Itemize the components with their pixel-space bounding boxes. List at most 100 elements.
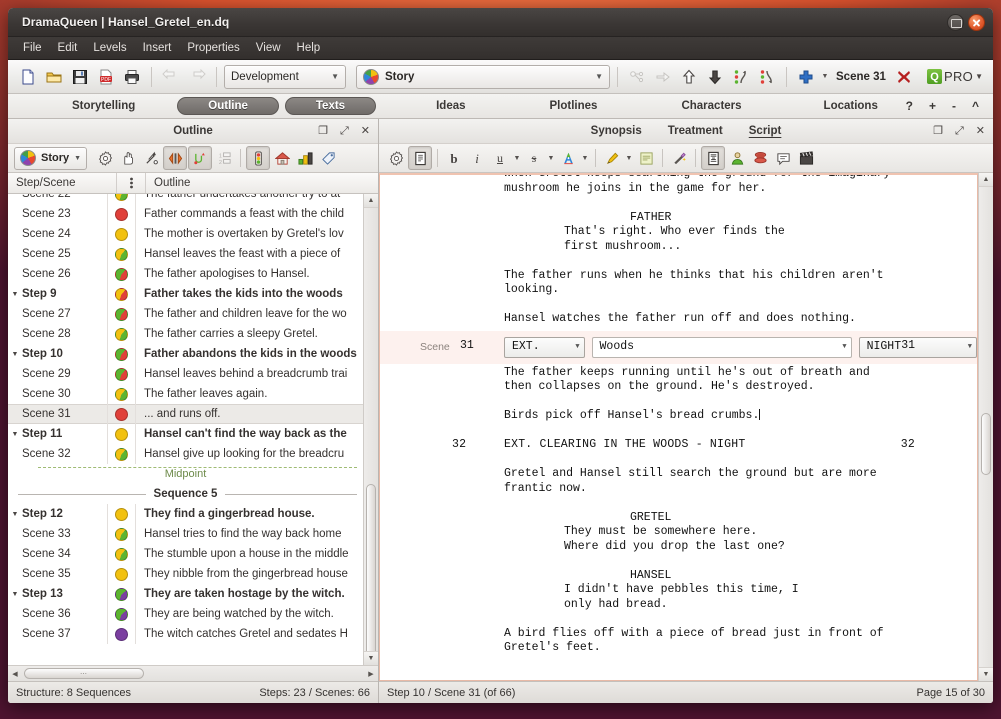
merge-scene-icon[interactable] (755, 65, 779, 89)
status-dot-icon[interactable] (115, 328, 128, 341)
status-dot-icon[interactable] (115, 348, 128, 361)
outline-tree[interactable]: Scene 22The father undertakes another tr… (8, 194, 363, 665)
status-dot-icon[interactable] (115, 568, 128, 581)
settings-gear-icon[interactable] (385, 147, 407, 169)
outline-row-step-cell[interactable]: Scene 35 (8, 564, 108, 584)
script-character-cue[interactable]: GRETEL (504, 511, 977, 526)
scroll-up-arrow-icon[interactable]: ▲ (979, 173, 993, 187)
outline-row-step-cell[interactable]: Scene 30 (8, 384, 108, 404)
chevron-down-icon[interactable]: ▼ (975, 72, 983, 81)
outline-row[interactable]: Scene 35They nibble from the gingerbread… (8, 564, 363, 584)
outline-row[interactable]: Scene 31... and runs off. (8, 404, 363, 424)
outline-row-status-cell[interactable] (108, 624, 136, 644)
scroll-right-arrow-icon[interactable]: ▶ (364, 666, 378, 681)
underline-icon[interactable]: u (489, 147, 511, 169)
scroll-down-arrow-icon[interactable]: ▼ (364, 651, 378, 665)
disclosure-triangle-icon[interactable]: ▼ (8, 511, 22, 518)
outline-row[interactable]: ▼Step 9Father takes the kids into the wo… (8, 284, 363, 304)
outline-row-step-cell[interactable]: Scene 27 (8, 304, 108, 324)
window-close-button[interactable] (968, 14, 985, 31)
maximize-icon[interactable]: ⤢ (955, 126, 964, 137)
maximize-icon[interactable]: ⤢ (340, 126, 349, 137)
new-document-icon[interactable] (16, 65, 40, 89)
scroll-down-arrow-icon[interactable]: ▼ (979, 667, 993, 681)
outline-row[interactable]: Scene 33Hansel tries to find the way bac… (8, 524, 363, 544)
cut-clip-icon[interactable] (140, 147, 162, 169)
menu-view[interactable]: View (249, 40, 288, 56)
script-action-paragraph[interactable]: Hansel watches the father run off and do… (504, 312, 924, 327)
status-dot-icon[interactable] (115, 288, 128, 301)
status-dot-icon[interactable] (115, 428, 128, 441)
outline-row-status-cell[interactable] (108, 324, 136, 344)
outline-row-step-cell[interactable]: Scene 37 (8, 624, 108, 644)
outline-row[interactable]: Scene 27The father and children leave fo… (8, 304, 363, 324)
status-dot-icon[interactable] (115, 248, 128, 261)
status-dot-icon[interactable] (115, 628, 128, 641)
column-header-mark[interactable] (117, 173, 146, 193)
undo-icon[interactable] (159, 65, 183, 89)
status-dot-icon[interactable] (115, 194, 128, 201)
outline-row[interactable]: ▼Step 12They find a gingerbread house. (8, 504, 363, 524)
outline-row-status-cell[interactable] (108, 244, 136, 264)
delete-scene-icon[interactable] (892, 65, 916, 89)
menu-levels[interactable]: Levels (86, 40, 133, 56)
outline-row-step-cell[interactable]: ▼Step 9 (8, 284, 108, 304)
italic-icon[interactable]: i (466, 147, 488, 169)
highlighter-icon[interactable] (601, 147, 623, 169)
story-selector-combo[interactable]: Story ▼ (356, 65, 610, 89)
tab-locations[interactable]: Locations (812, 98, 890, 114)
paste-hand-icon[interactable] (117, 147, 139, 169)
note-icon[interactable] (635, 147, 657, 169)
outline-row-step-cell[interactable]: Scene 26 (8, 264, 108, 284)
script-action-paragraph[interactable]: when Gretel keeps searching the ground f… (504, 173, 924, 196)
restore-icon[interactable]: ❐ (318, 126, 328, 137)
outline-row-status-cell[interactable] (108, 584, 136, 604)
outline-row[interactable]: Scene 32Hansel give up looking for the b… (8, 444, 363, 464)
collapse-branch-icon[interactable] (188, 146, 212, 170)
export-pdf-icon[interactable]: PDF (94, 65, 118, 89)
outline-row-status-cell[interactable] (108, 404, 136, 424)
outline-row[interactable]: Scene 26The father apologises to Hansel. (8, 264, 363, 284)
tag-icon[interactable] (317, 147, 339, 169)
outline-story-combo[interactable]: Story ▼ (14, 147, 87, 170)
status-dot-icon[interactable] (115, 368, 128, 381)
outline-row[interactable]: Scene 25Hansel leaves the feast with a p… (8, 244, 363, 264)
costume-icon[interactable] (749, 147, 771, 169)
outline-row-status-cell[interactable] (108, 524, 136, 544)
outline-row[interactable]: Scene 34The stumble upon a house in the … (8, 544, 363, 564)
outline-row-step-cell[interactable]: Scene 28 (8, 324, 108, 344)
outline-row-step-cell[interactable]: ▼Step 10 (8, 344, 108, 364)
outline-row-status-cell[interactable] (108, 204, 136, 224)
outline-row-step-cell[interactable]: Scene 31 (8, 404, 108, 424)
scroll-up-arrow-icon[interactable]: ▲ (364, 194, 378, 208)
collapse-button[interactable]: ^ (964, 99, 987, 113)
status-dot-icon[interactable] (115, 528, 128, 541)
pro-badge[interactable]: Q PRO ▼ (927, 69, 985, 84)
outline-row[interactable]: Scene 22The father undertakes another tr… (8, 194, 363, 204)
font-color-icon[interactable] (557, 147, 579, 169)
script-action-paragraph[interactable]: Gretel and Hansel still search the groun… (504, 467, 924, 496)
outline-row-status-cell[interactable] (108, 544, 136, 564)
unlink-scenes-icon[interactable] (651, 65, 675, 89)
outline-row[interactable]: ▼Step 13They are taken hostage by the wi… (8, 584, 363, 604)
location-select[interactable]: Woods▼ (592, 337, 852, 358)
tab-script[interactable]: Script (749, 125, 782, 137)
outline-row-step-cell[interactable]: Scene 32 (8, 444, 108, 464)
status-dot-icon[interactable] (115, 508, 128, 521)
font-color-dropdown-caret-icon[interactable]: ▼ (580, 155, 590, 162)
script-action-paragraph[interactable]: A bird flies off with a piece of bread j… (504, 627, 924, 656)
development-mode-combo[interactable]: Development ▼ (224, 65, 346, 89)
add-tab-button[interactable]: + (921, 99, 944, 113)
underline-dropdown-caret-icon[interactable]: ▼ (512, 155, 522, 162)
outline-row-status-cell[interactable] (108, 304, 136, 324)
script-dialogue[interactable]: They must be somewhere here. Where did y… (504, 525, 924, 554)
structure-icon[interactable] (294, 147, 316, 169)
disclosure-triangle-icon[interactable]: ▼ (8, 591, 22, 598)
menu-insert[interactable]: Insert (136, 40, 179, 56)
page-view-icon[interactable] (408, 146, 432, 170)
outline-vertical-scrollbar[interactable]: ▲ ▼ (363, 194, 378, 665)
traffic-light-icon[interactable] (246, 146, 270, 170)
status-dot-icon[interactable] (115, 208, 128, 221)
outline-row[interactable]: ▼Step 10Father abandons the kids in the … (8, 344, 363, 364)
outline-row-step-cell[interactable]: Scene 25 (8, 244, 108, 264)
